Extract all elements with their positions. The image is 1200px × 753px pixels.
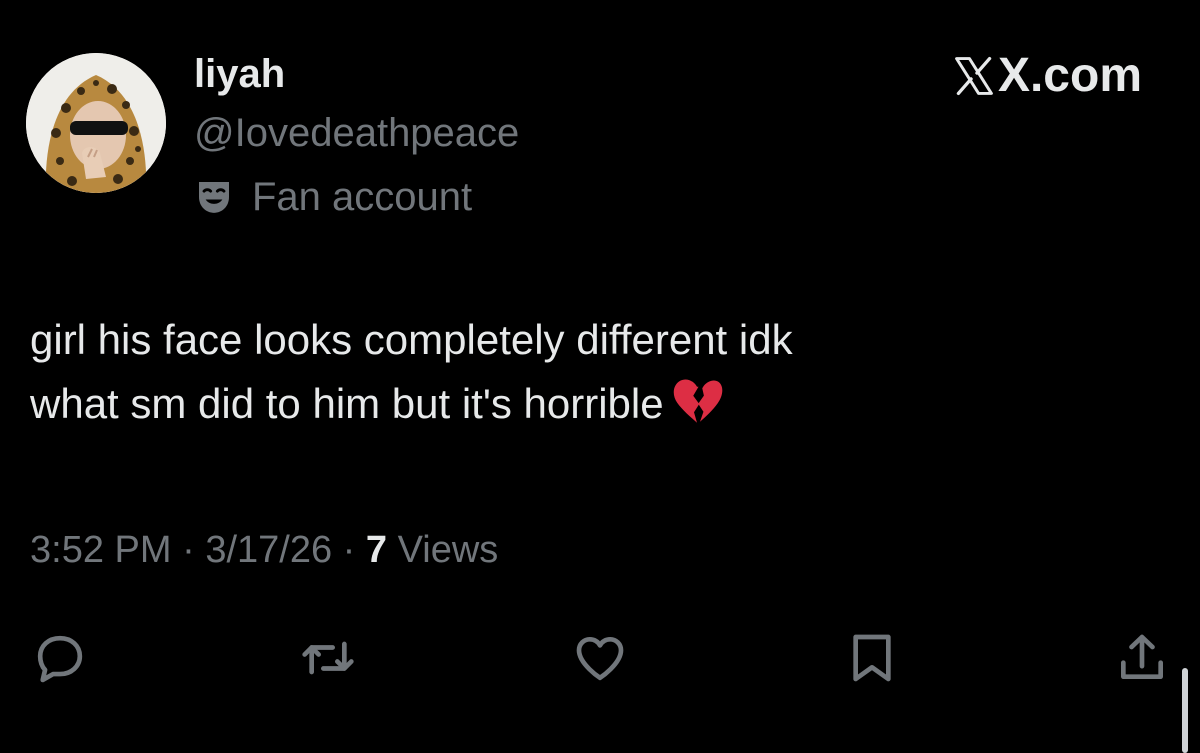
x-com-watermark: X.com bbox=[952, 48, 1142, 104]
meta-separator-2: · bbox=[332, 529, 366, 571]
share-icon bbox=[1121, 634, 1163, 679]
tweet-time[interactable]: 3:52 PM bbox=[30, 529, 172, 571]
display-name[interactable]: liyah bbox=[194, 50, 285, 98]
tweet-text-line-content: what sm did to him but it's horrible bbox=[30, 380, 664, 427]
action-bar bbox=[0, 620, 1200, 690]
tweet-card: liyah @Iovedeathpeace Fan account X.com … bbox=[0, 0, 1200, 753]
views-label[interactable]: Views bbox=[387, 529, 499, 571]
tweet-text: girl his face looks completely different… bbox=[30, 308, 1150, 436]
theater-mask-icon bbox=[199, 182, 229, 213]
x-logo-icon bbox=[955, 56, 993, 96]
bookmark-icon bbox=[853, 634, 891, 682]
x-com-text: X.com bbox=[997, 49, 1142, 102]
heart-icon bbox=[576, 637, 624, 681]
repost-icon bbox=[302, 641, 354, 675]
repost-button[interactable] bbox=[298, 628, 358, 688]
reply-button[interactable] bbox=[30, 628, 90, 688]
user-handle[interactable]: @Iovedeathpeace bbox=[194, 109, 519, 157]
avatar[interactable] bbox=[26, 53, 166, 193]
avatar-photo bbox=[26, 53, 166, 193]
tweet-metadata: 3:52 PM · 3/17/26 · 7 Views bbox=[30, 526, 498, 574]
account-label: Fan account bbox=[194, 173, 472, 221]
account-label-text: Fan account bbox=[252, 175, 473, 219]
tweet-text-line: girl his face looks completely different… bbox=[30, 316, 793, 363]
bookmark-button[interactable] bbox=[842, 628, 902, 688]
like-button[interactable] bbox=[570, 628, 630, 688]
tweet-date[interactable]: 3/17/26 bbox=[205, 529, 332, 571]
share-button[interactable] bbox=[1112, 628, 1172, 688]
views-count[interactable]: 7 bbox=[366, 529, 387, 571]
scrollbar[interactable] bbox=[1182, 668, 1188, 753]
broken-heart-emoji bbox=[670, 374, 724, 428]
tweet-text-line-2: what sm did to him but it's horrible bbox=[30, 372, 1150, 436]
meta-separator: · bbox=[171, 529, 206, 571]
reply-icon bbox=[37, 635, 83, 683]
